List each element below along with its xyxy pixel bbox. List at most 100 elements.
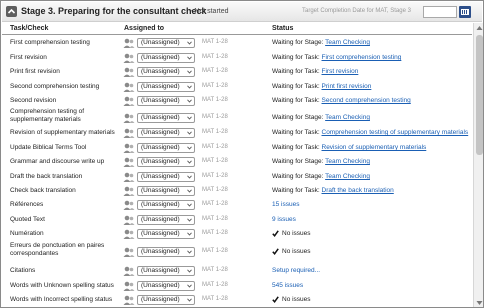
assignee-value: (Unassigned): [141, 173, 180, 180]
chevron-down-icon: [187, 250, 192, 254]
task-status: Waiting for Task: Print first revision: [272, 83, 371, 90]
user-icon[interactable]: [123, 200, 135, 210]
assignee-dropdown[interactable]: (Unassigned): [137, 295, 195, 305]
assignee-dropdown[interactable]: (Unassigned): [137, 247, 195, 257]
assignee-dropdown[interactable]: (Unassigned): [137, 82, 195, 92]
task-name: Draft the back translation: [10, 173, 83, 180]
chevron-down-icon: [187, 218, 192, 222]
scripture-reference: MAT 1-28: [202, 173, 228, 179]
checkmark-icon: [272, 296, 279, 303]
assignee-dropdown[interactable]: (Unassigned): [137, 229, 195, 239]
assignee-dropdown[interactable]: (Unassigned): [137, 53, 195, 63]
status-link[interactable]: First comprehension testing: [322, 54, 402, 61]
assignee-dropdown[interactable]: (Unassigned): [137, 266, 195, 276]
status-link[interactable]: First revision: [322, 68, 359, 75]
status-link[interactable]: Team Checking: [325, 173, 370, 180]
vertical-scrollbar[interactable]: [473, 23, 483, 307]
chevron-down-icon: [187, 85, 192, 89]
checkmark-icon: [272, 248, 279, 255]
status-link[interactable]: Revision of supplementary materials: [322, 144, 427, 151]
assignee-value: (Unassigned): [141, 54, 180, 61]
task-status: Waiting for Stage: Team Checking: [272, 39, 370, 46]
status-link[interactable]: 9 issues: [272, 216, 296, 223]
scripture-reference: MAT 1-28: [202, 114, 228, 120]
status-link[interactable]: Setup required...: [272, 267, 320, 274]
task-status: Waiting for Task: First revision: [272, 68, 358, 75]
assignee-value: (Unassigned): [141, 201, 180, 208]
user-icon[interactable]: [123, 157, 135, 167]
chevron-down-icon: [187, 203, 192, 207]
user-icon[interactable]: [123, 53, 135, 63]
assignee-dropdown[interactable]: (Unassigned): [137, 143, 195, 153]
assignee-dropdown[interactable]: (Unassigned): [137, 172, 195, 182]
task-name: Erreurs de ponctuation en paires corresp…: [10, 242, 105, 257]
status-link[interactable]: 545 issues: [272, 282, 303, 289]
user-icon[interactable]: [123, 67, 135, 77]
status-link[interactable]: Print first revision: [322, 83, 372, 90]
stage-panel: Stage 3. Preparing for the consultant ch…: [0, 0, 484, 308]
task-status: 545 issues: [272, 282, 303, 289]
assignee-value: (Unassigned): [141, 114, 180, 121]
chevron-up-icon[interactable]: [6, 6, 17, 17]
scripture-reference: MAT 1-28: [202, 83, 228, 89]
status-prefix: Waiting for Stage:: [272, 173, 324, 180]
assignee-dropdown[interactable]: (Unassigned): [137, 113, 195, 123]
assignee-value: (Unassigned): [141, 158, 180, 165]
user-icon[interactable]: [123, 82, 135, 92]
calendar-icon[interactable]: [459, 6, 471, 18]
user-icon[interactable]: [123, 186, 135, 196]
assignee-dropdown[interactable]: (Unassigned): [137, 38, 195, 48]
user-icon[interactable]: [123, 38, 135, 48]
assignee-value: (Unassigned): [141, 248, 180, 255]
assignee-value: (Unassigned): [141, 230, 180, 237]
user-icon[interactable]: [123, 281, 135, 291]
assignee-dropdown[interactable]: (Unassigned): [137, 281, 195, 291]
scroll-down-icon[interactable]: [476, 300, 483, 306]
status-link[interactable]: Draft the back translation: [322, 187, 394, 194]
status-link[interactable]: Team Checking: [325, 114, 370, 121]
status-link[interactable]: Comprehension testing of supplementary m…: [322, 129, 469, 136]
assignee-value: (Unassigned): [141, 216, 180, 223]
assignee-dropdown[interactable]: (Unassigned): [137, 186, 195, 196]
assignee-dropdown[interactable]: (Unassigned): [137, 128, 195, 138]
user-icon[interactable]: [123, 247, 135, 257]
scripture-reference: MAT 1-28: [202, 267, 228, 273]
status-prefix: Waiting for Task:: [272, 187, 320, 194]
assignee-dropdown[interactable]: (Unassigned): [137, 200, 195, 210]
chevron-down-icon: [187, 189, 192, 193]
task-name: Comprehension testing of supplementary m…: [10, 108, 85, 123]
status-link[interactable]: Team Checking: [325, 158, 370, 165]
status-prefix: Waiting for Stage:: [272, 158, 324, 165]
task-name: Revision of supplementary materials: [10, 129, 115, 136]
task-status: Waiting for Stage: Team Checking: [272, 114, 370, 121]
status-link[interactable]: Second comprehension testing: [322, 97, 411, 104]
user-icon[interactable]: [123, 295, 135, 305]
assignee-value: (Unassigned): [141, 296, 180, 303]
task-status: 15 issues: [272, 201, 299, 208]
task-status: Waiting for Stage: Team Checking: [272, 158, 370, 165]
status-link[interactable]: Team Checking: [325, 39, 370, 46]
assignee-dropdown[interactable]: (Unassigned): [137, 67, 195, 77]
assignee-dropdown[interactable]: (Unassigned): [137, 215, 195, 225]
user-icon[interactable]: [123, 172, 135, 182]
assignee-value: (Unassigned): [141, 83, 180, 90]
status-text: No issues: [282, 296, 311, 304]
assignee-value: (Unassigned): [141, 97, 180, 104]
scroll-up-icon[interactable]: [476, 25, 483, 31]
scripture-reference: MAT 1-28: [202, 54, 228, 60]
user-icon[interactable]: [123, 96, 135, 106]
scrollbar-thumb[interactable]: [476, 35, 483, 155]
chevron-down-icon: [187, 175, 192, 179]
user-icon[interactable]: [123, 266, 135, 276]
user-icon[interactable]: [123, 229, 135, 239]
assignee-dropdown[interactable]: (Unassigned): [137, 96, 195, 106]
user-icon[interactable]: [123, 113, 135, 123]
user-icon[interactable]: [123, 215, 135, 225]
user-icon[interactable]: [123, 128, 135, 138]
user-icon[interactable]: [123, 143, 135, 153]
status-link[interactable]: 15 issues: [272, 201, 299, 208]
assignee-dropdown[interactable]: (Unassigned): [137, 157, 195, 167]
column-header-status: Status: [272, 25, 294, 32]
task-name: Quoted Text: [10, 216, 45, 223]
target-date-field[interactable]: [423, 6, 457, 18]
